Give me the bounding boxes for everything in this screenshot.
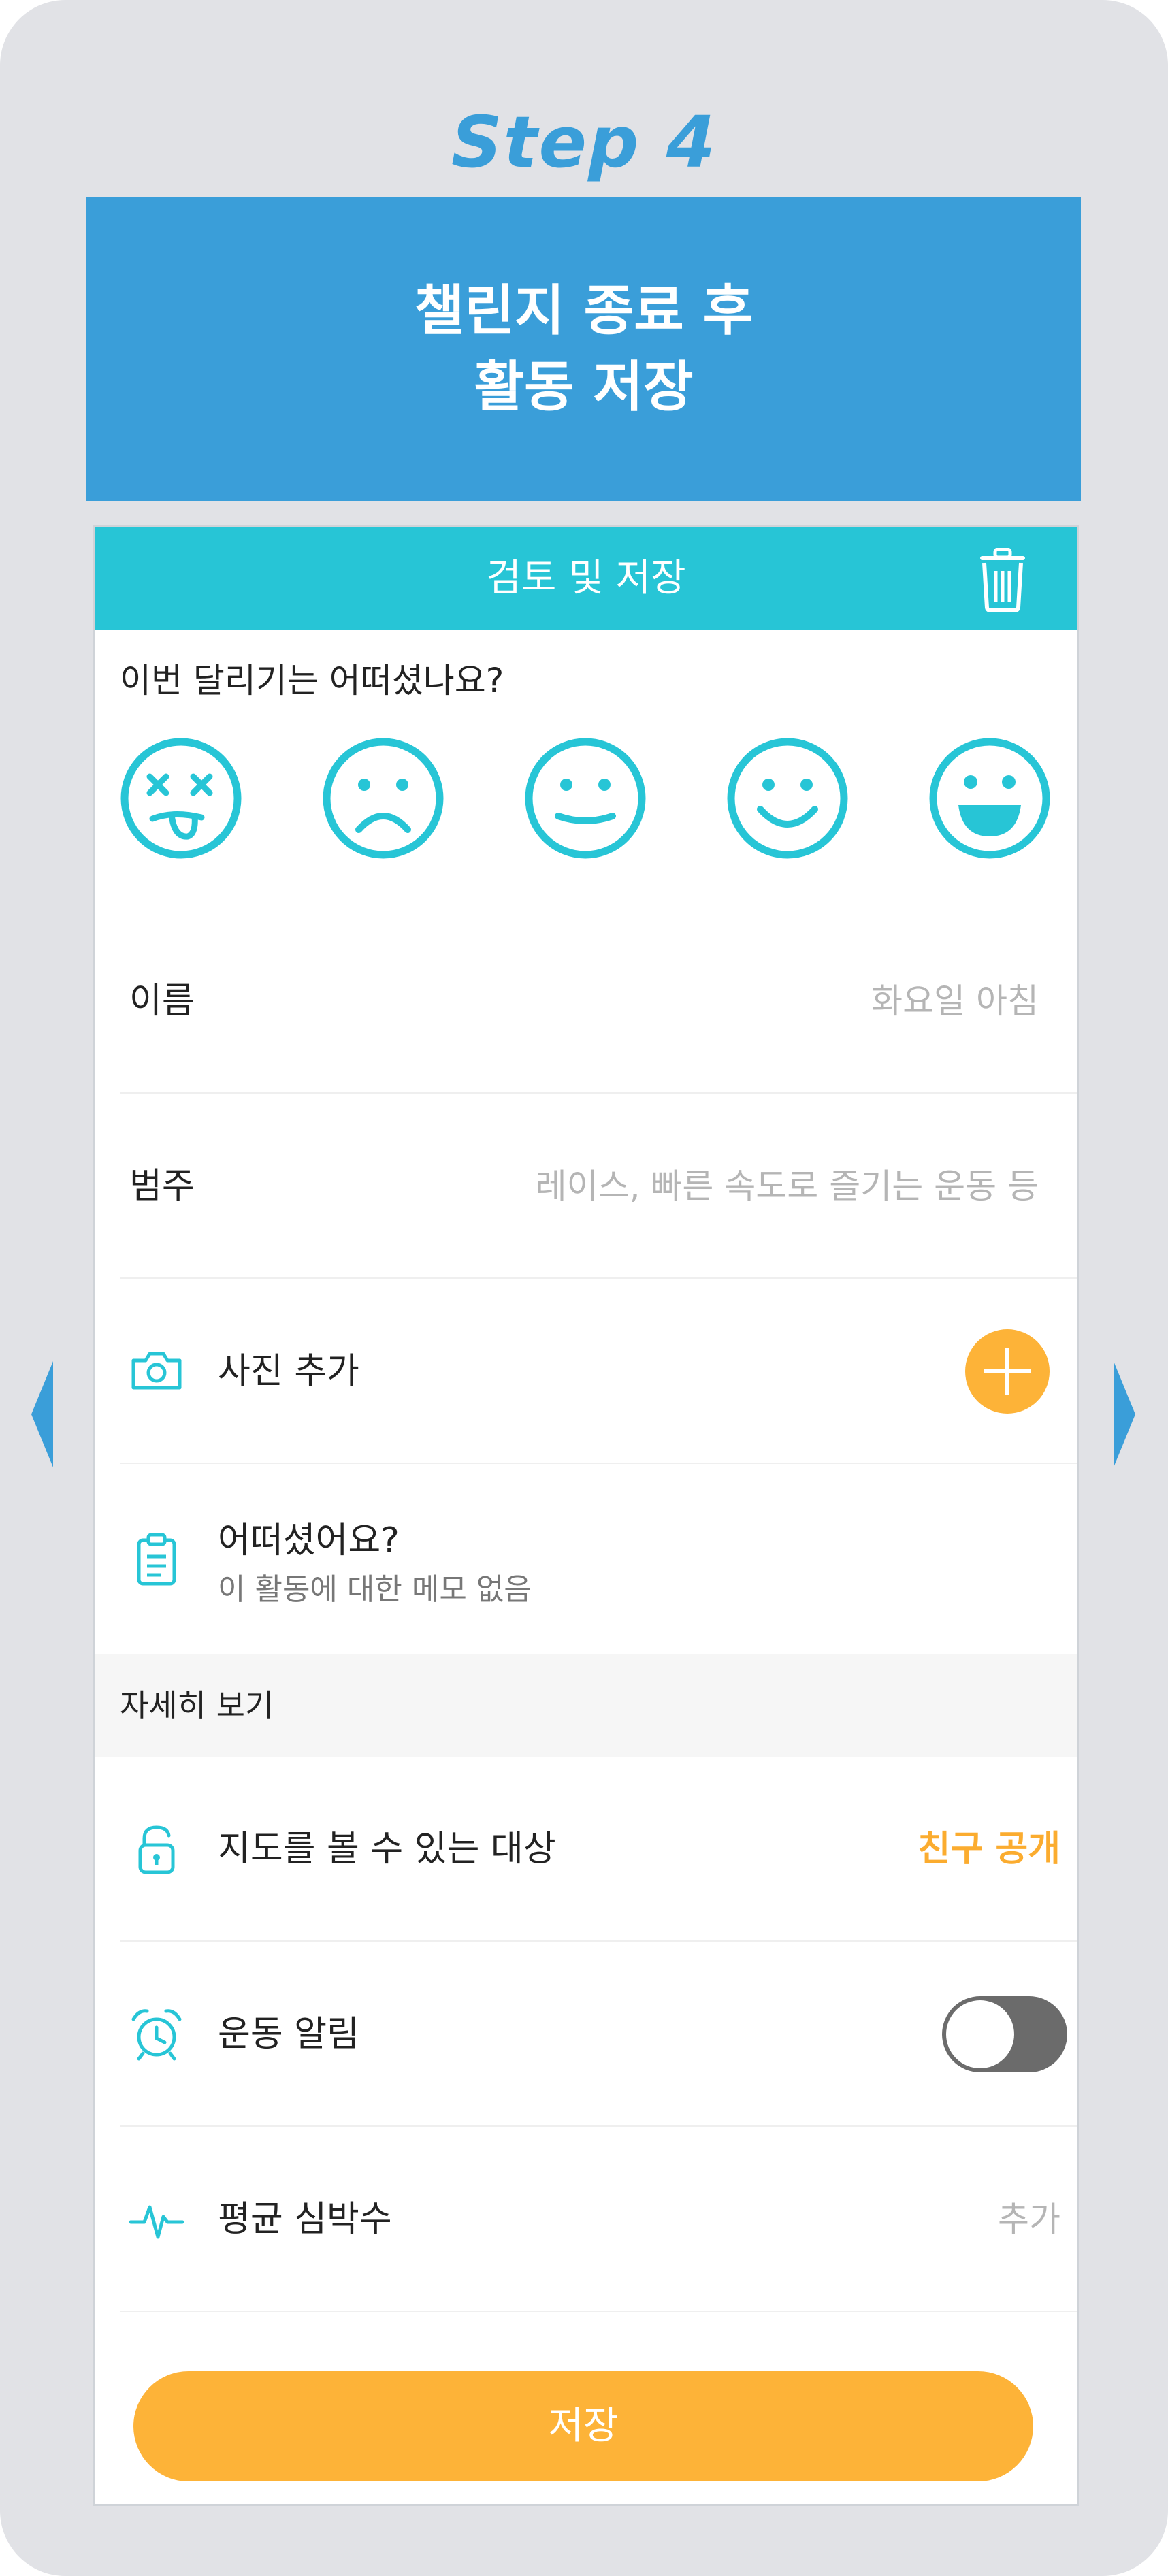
name-value[interactable]: 화요일 아침 [871, 909, 1039, 1094]
workout-alarm-toggle[interactable] [942, 1996, 1067, 2072]
step-title: Step 4 [451, 101, 717, 184]
memo-title: 어떠셨어요? [218, 1520, 400, 1561]
workout-alarm-label: 운동 알림 [218, 2014, 359, 2055]
divider [120, 2311, 1077, 2312]
name-row[interactable]: 이름 화요일 아침 [95, 909, 1077, 1094]
map-visibility-label: 지도를 볼 수 있는 대상 [218, 1829, 556, 1870]
camera-icon [131, 1352, 182, 1390]
memo-row[interactable]: 어떠셨어요? 이 활동에 대한 메모 없음 [95, 1464, 1077, 1654]
photo-label: 사진 추가 [218, 1351, 359, 1392]
lock-icon [138, 1825, 175, 1874]
header-title: 검토 및 저장 [486, 556, 686, 600]
category-row[interactable]: 범주 레이스, 빠른 속도로 즐기는 운동 등 [95, 1094, 1077, 1279]
laugh-face-icon[interactable] [928, 737, 1051, 860]
section-header-label: 자세히 보기 [120, 1687, 274, 1724]
map-visibility-value[interactable]: 친구 공개 [918, 1757, 1060, 1942]
avg-heart-rate-value[interactable]: 추가 [998, 2127, 1060, 2312]
toggle-knob [946, 2000, 1014, 2068]
add-photo-button[interactable] [965, 1329, 1050, 1414]
memo-subtitle: 이 활동에 대한 메모 없음 [218, 1572, 532, 1607]
category-value[interactable]: 레이스, 빠른 속도로 즐기는 운동 등 [536, 1094, 1039, 1279]
section-header: 자세히 보기 [95, 1654, 1077, 1757]
sad-face-icon[interactable] [322, 737, 444, 860]
alarm-clock-icon [131, 2009, 182, 2061]
avg-heart-rate-label: 평균 심박수 [218, 2199, 392, 2240]
previous-arrow-icon[interactable] [31, 1361, 53, 1467]
photo-row[interactable]: 사진 추가 [95, 1279, 1077, 1464]
dizzy-face-icon[interactable] [120, 737, 242, 860]
next-arrow-icon[interactable] [1114, 1361, 1135, 1467]
workout-alarm-row: 운동 알림 [95, 1942, 1077, 2127]
clipboard-icon [137, 1533, 176, 1586]
avg-heart-rate-row[interactable]: 평균 심박수 추가 [95, 2127, 1077, 2312]
heartbeat-icon [129, 2205, 184, 2239]
map-visibility-row[interactable]: 지도를 볼 수 있는 대상 친구 공개 [95, 1757, 1077, 1942]
neutral-face-icon[interactable] [524, 737, 647, 860]
mood-question: 이번 달리기는 어떠셨나요? [120, 661, 504, 700]
step-banner: 챌린지 종료 후 활동 저장 [86, 197, 1081, 501]
smile-face-icon[interactable] [726, 737, 849, 860]
trash-icon[interactable] [977, 548, 1028, 612]
phone-screen: 검토 및 저장 이번 달리기는 어떠셨나요? 이름 화요일 아침 범주 레이스,… [93, 525, 1079, 2506]
category-label: 범주 [129, 1166, 195, 1207]
app-header: 검토 및 저장 [95, 527, 1077, 630]
save-button[interactable]: 저장 [133, 2371, 1033, 2481]
banner-line-1: 챌린지 종료 후 [414, 279, 753, 342]
step-card: Step 4 챌린지 종료 후 활동 저장 검토 및 저장 이번 달리기는 어떠… [0, 0, 1168, 2576]
banner-line-2: 활동 저장 [474, 355, 694, 419]
name-label: 이름 [129, 981, 195, 1022]
mood-selector [120, 737, 1052, 860]
